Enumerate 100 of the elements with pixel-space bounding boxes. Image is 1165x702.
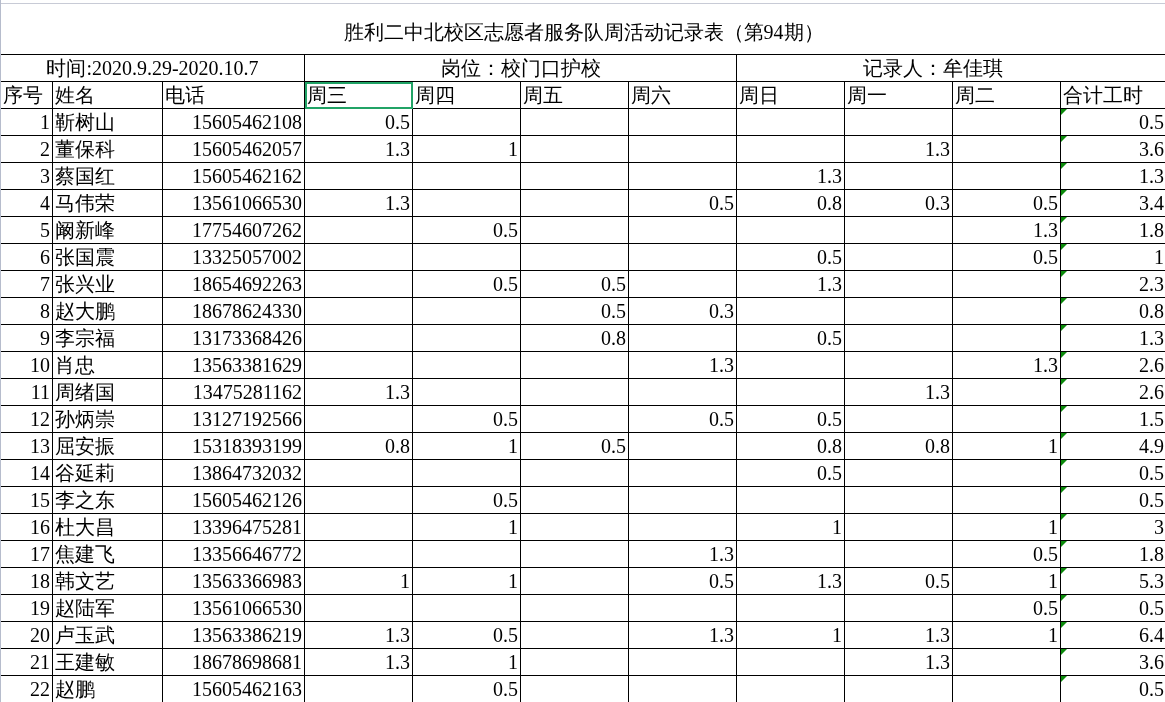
row-number-cell: 15 (1, 487, 53, 514)
row-number-cell: 11 (1, 379, 53, 406)
total-hours-cell: 0.5 (1061, 595, 1165, 622)
name-cell: 王建敏 (53, 649, 163, 676)
hours-cell: 0.8 (737, 433, 845, 460)
phone-cell: 18654692263 (163, 271, 305, 298)
hours-cell: 1.3 (953, 217, 1061, 244)
hours-cell: 0.5 (737, 406, 845, 433)
column-header[interactable]: 周四 (413, 82, 521, 109)
phone-cell: 13561066530 (163, 595, 305, 622)
hours-cell: 0.5 (413, 676, 521, 702)
row-number-cell: 1 (1, 109, 53, 136)
name-cell: 马伟荣 (53, 190, 163, 217)
column-header[interactable]: 合计工时 (1061, 82, 1165, 109)
total-hours-cell: 3 (1061, 514, 1165, 541)
total-hours-cell: 4.9 (1061, 433, 1165, 460)
hours-cell: 0.5 (845, 568, 953, 595)
hours-cell: 0.5 (953, 595, 1061, 622)
hours-cell: 1 (413, 136, 521, 163)
column-header[interactable]: 周二 (953, 82, 1061, 109)
name-cell: 屈安振 (53, 433, 163, 460)
total-hours-cell: 0.8 (1061, 298, 1165, 325)
hours-cell: 0.8 (737, 190, 845, 217)
column-header[interactable]: 周五 (521, 82, 629, 109)
total-hours-cell: 3.4 (1061, 190, 1165, 217)
total-hours-cell: 0.5 (1061, 460, 1165, 487)
hours-cell: 1 (737, 622, 845, 649)
total-hours-cell: 3.6 (1061, 136, 1165, 163)
phone-cell: 13127192566 (163, 406, 305, 433)
hours-cell: 1.3 (953, 352, 1061, 379)
post-label: 岗位：校门口护校 (305, 55, 737, 82)
hours-cell: 1.3 (845, 622, 953, 649)
hours-cell: 0.5 (413, 622, 521, 649)
phone-cell: 13173368426 (163, 325, 305, 352)
phone-cell: 15605462126 (163, 487, 305, 514)
row-number-cell: 19 (1, 595, 53, 622)
hours-cell: 0.3 (845, 190, 953, 217)
phone-cell: 13561066530 (163, 190, 305, 217)
name-cell: 李宗福 (53, 325, 163, 352)
hours-cell: 0.5 (629, 406, 737, 433)
total-hours-cell: 2.6 (1061, 352, 1165, 379)
name-cell: 周绪国 (53, 379, 163, 406)
hours-cell: 1.3 (737, 568, 845, 595)
name-cell: 蔡国红 (53, 163, 163, 190)
hours-cell: 0.5 (953, 190, 1061, 217)
hours-cell: 1.3 (845, 649, 953, 676)
row-number-cell: 20 (1, 622, 53, 649)
row-number-cell: 2 (1, 136, 53, 163)
phone-cell: 13396475281 (163, 514, 305, 541)
total-hours-cell: 0.5 (1061, 676, 1165, 702)
column-header[interactable]: 周日 (737, 82, 845, 109)
name-cell: 杜大昌 (53, 514, 163, 541)
hours-cell: 0.5 (413, 271, 521, 298)
total-hours-cell: 1.5 (1061, 406, 1165, 433)
phone-cell: 13475281162 (163, 379, 305, 406)
hours-cell: 0.8 (521, 325, 629, 352)
name-cell: 赵大鹏 (53, 298, 163, 325)
hours-cell: 0.8 (845, 433, 953, 460)
row-number-cell: 14 (1, 460, 53, 487)
total-hours-cell: 0.5 (1061, 487, 1165, 514)
row-number-cell: 16 (1, 514, 53, 541)
total-hours-cell: 1.8 (1061, 541, 1165, 568)
column-header[interactable]: 电话 (163, 82, 305, 109)
phone-cell: 17754607262 (163, 217, 305, 244)
name-cell: 焦建飞 (53, 541, 163, 568)
column-header[interactable]: 周一 (845, 82, 953, 109)
hours-cell: 0.5 (521, 298, 629, 325)
column-header[interactable]: 周六 (629, 82, 737, 109)
total-hours-cell: 1.8 (1061, 217, 1165, 244)
phone-cell: 18678698681 (163, 649, 305, 676)
hours-cell: 1 (953, 568, 1061, 595)
name-cell: 谷延莉 (53, 460, 163, 487)
name-cell: 卢玉武 (53, 622, 163, 649)
hours-cell: 0.5 (737, 460, 845, 487)
column-header[interactable]: 序号 (1, 82, 53, 109)
hours-cell: 1 (413, 433, 521, 460)
hours-cell: 1 (953, 514, 1061, 541)
hours-cell: 0.5 (413, 406, 521, 433)
row-number-cell: 3 (1, 163, 53, 190)
hours-cell: 1.3 (737, 271, 845, 298)
name-cell: 肖忠 (53, 352, 163, 379)
phone-cell: 15318393199 (163, 433, 305, 460)
hours-cell: 1.3 (737, 163, 845, 190)
hours-cell: 1.3 (305, 622, 413, 649)
name-cell: 赵鹏 (53, 676, 163, 702)
row-number-cell: 4 (1, 190, 53, 217)
hours-cell: 1.3 (845, 379, 953, 406)
phone-cell: 15605462057 (163, 136, 305, 163)
total-hours-cell: 2.6 (1061, 379, 1165, 406)
phone-cell: 13356646772 (163, 541, 305, 568)
hours-cell: 0.5 (521, 433, 629, 460)
phone-cell: 13325057002 (163, 244, 305, 271)
name-cell: 赵陆军 (53, 595, 163, 622)
phone-cell: 15605462162 (163, 163, 305, 190)
hours-cell: 0.5 (953, 244, 1061, 271)
phone-cell: 15605462108 (163, 109, 305, 136)
hours-cell: 0.5 (737, 325, 845, 352)
column-header[interactable]: 姓名 (53, 82, 163, 109)
column-header[interactable]: 周三 (305, 82, 413, 109)
date-range-label: 时间:2020.9.29-2020.10.7 (1, 55, 305, 82)
